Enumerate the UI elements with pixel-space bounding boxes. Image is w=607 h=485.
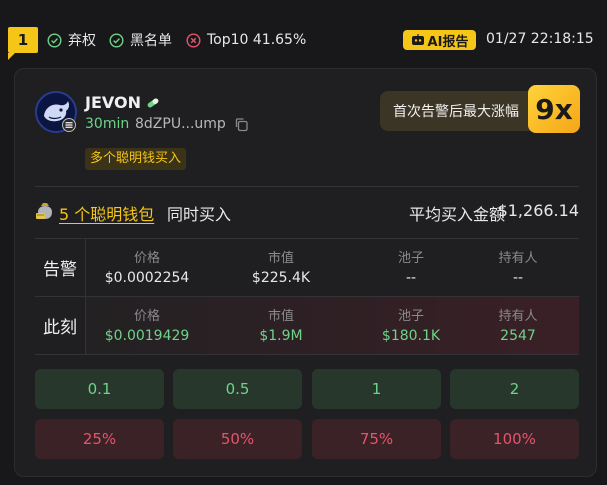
tag-label: 弃权	[68, 33, 96, 49]
table-row-alert: 告警 价格 $0.0002254 市值 $225.4K 池子 -- 持有人 --	[35, 239, 579, 296]
cell-header: 市值	[267, 251, 294, 266]
alert-card: JEVON 30min 8dZPU...ump 多个聪明钱买入 首次告警后最大涨…	[14, 68, 597, 477]
tag-label: Top10 41.65%	[207, 32, 307, 48]
cell-price: 价格 $0.0019429	[86, 297, 208, 354]
smart-wallet-suffix: 同时买入	[167, 205, 232, 224]
buy-amount-button[interactable]: 2	[450, 369, 579, 409]
token-name-text: JEVON	[85, 93, 141, 112]
cell-header: 池子	[397, 309, 424, 324]
smart-money-tag: 多个聪明钱买入	[85, 148, 187, 170]
token-address: 8dZPU...ump	[135, 116, 226, 132]
x-circle-icon	[186, 32, 201, 48]
sell-percent-button[interactable]: 50%	[173, 419, 302, 459]
cell-holders: 持有人 2547	[457, 297, 579, 354]
buy-amount-button[interactable]: 0.1	[35, 369, 164, 409]
cell-value: $180.1K	[381, 328, 441, 344]
cell-value: $0.0019429	[104, 328, 190, 344]
buy-amount-button[interactable]: 1	[312, 369, 441, 409]
check-circle-icon	[109, 32, 124, 48]
tag-top10: Top10 41.65%	[186, 31, 306, 49]
copy-icon[interactable]	[234, 117, 249, 132]
divider	[35, 186, 579, 187]
row-label: 告警	[43, 260, 77, 280]
ai-bot-icon	[411, 34, 425, 46]
check-circle-icon	[47, 32, 62, 48]
cell-value: --	[512, 270, 524, 286]
rank-badge-tail	[8, 53, 15, 60]
tag-abandoned: 弃权	[47, 31, 96, 49]
sell-percent-button[interactable]: 75%	[312, 419, 441, 459]
cell-header: 价格	[133, 251, 160, 266]
cell-value: --	[405, 270, 417, 286]
sell-percent-button[interactable]: 25%	[35, 419, 164, 459]
cell-value: $1.9M	[259, 328, 303, 344]
tag-blacklist: 黑名单	[109, 31, 172, 49]
max-gain-label: 首次告警后最大涨幅	[380, 91, 532, 131]
row-label: 此刻	[43, 318, 77, 338]
cell-header: 价格	[133, 309, 160, 324]
cell-pool: 池子 --	[350, 239, 472, 296]
alert-page: 1 弃权 黑名单 Top10 41.65% AI报告 01/27 22:18:1…	[0, 0, 607, 485]
cell-header: 持有人	[498, 309, 538, 324]
cell-market-cap: 市值 $225.4K	[220, 239, 342, 296]
smart-wallet-summary: 5 个聪明钱包 同时买入 平均买入金额 $1,266.14	[35, 199, 579, 225]
pill-icon	[146, 97, 160, 109]
money-bag-icon	[35, 202, 55, 220]
token-name[interactable]: JEVON	[85, 93, 160, 112]
ai-report-button[interactable]: AI报告	[403, 30, 476, 50]
rank-badge: 1	[8, 27, 38, 53]
table-row-now: 此刻 价格 $0.0019429 市值 $1.9M 池子 $180.1K 持有人…	[35, 297, 579, 354]
max-gain-value: 9x	[528, 85, 580, 133]
alert-header: 1 弃权 黑名单 Top10 41.65% AI报告 01/27 22:18:1…	[0, 0, 607, 66]
alert-timestamp: 01/27 22:18:15	[486, 31, 594, 47]
cell-value: $225.4K	[251, 270, 311, 286]
cell-market-cap: 市值 $1.9M	[220, 297, 342, 354]
row-data: 价格 $0.0002254 市值 $225.4K 池子 -- 持有人 --	[86, 239, 579, 296]
cell-pool: 池子 $180.1K	[350, 297, 472, 354]
ai-report-label: AI报告	[427, 34, 469, 50]
cell-holders: 持有人 --	[457, 239, 579, 296]
avg-buy-value: $1,266.14	[497, 201, 579, 220]
avg-buy-label: 平均买入金额	[408, 205, 505, 224]
sell-percent-button[interactable]: 100%	[450, 419, 579, 459]
cell-value: 2547	[500, 328, 536, 344]
max-gain-box: 首次告警后最大涨幅 9x	[380, 85, 580, 133]
cell-header: 持有人	[498, 251, 538, 266]
cell-price: 价格 $0.0002254	[86, 239, 208, 296]
tag-label: 黑名单	[130, 33, 172, 49]
row-data: 价格 $0.0019429 市值 $1.9M 池子 $180.1K 持有人 25…	[86, 297, 579, 354]
cell-value: $0.0002254	[104, 270, 190, 286]
token-age: 30min	[85, 116, 130, 132]
chain-badge-icon	[62, 118, 76, 132]
cell-header: 池子	[397, 251, 424, 266]
cell-header: 市值	[267, 309, 294, 324]
buy-amount-button[interactable]: 0.5	[173, 369, 302, 409]
smart-wallet-count-link[interactable]: 5 个聪明钱包	[59, 201, 154, 225]
divider	[35, 354, 579, 355]
